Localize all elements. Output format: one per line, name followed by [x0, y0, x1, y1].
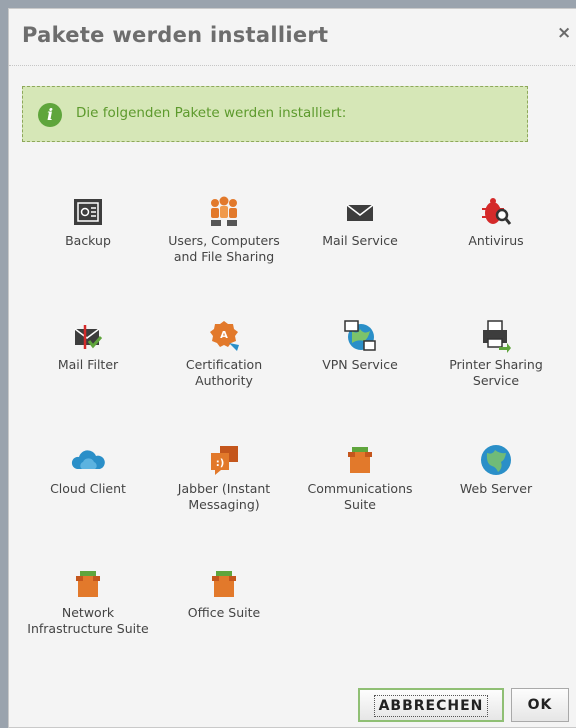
package-communications-suite: Communications Suite: [299, 443, 421, 513]
mail-icon: [346, 204, 374, 221]
package-antivirus: Antivirus: [435, 195, 557, 249]
package-cloud-client: Cloud Client: [27, 443, 149, 497]
package-office-suite: Office Suite: [163, 567, 285, 621]
globe-icon: [481, 445, 511, 475]
info-message-text: Die folgenden Pakete werden installiert:: [76, 105, 347, 121]
chat-icon: :): [211, 446, 238, 475]
backup-icon: [74, 199, 102, 225]
mail-filter-icon: [74, 325, 103, 349]
svg-text::): :): [216, 458, 225, 469]
ok-button[interactable]: OK: [511, 688, 569, 722]
install-dialog: Pakete werden installiert × i Die folgen…: [8, 8, 576, 728]
certificate-icon: A: [210, 321, 239, 351]
close-icon[interactable]: ×: [557, 23, 571, 43]
package-label: Network Infrastructure Suite: [27, 605, 149, 636]
package-web-server: Web Server: [435, 443, 557, 497]
package-label: VPN Service: [322, 357, 398, 372]
package-label: Web Server: [459, 481, 533, 496]
cloud-icon: [71, 450, 105, 469]
package-network-infrastructure-suite: Network Infrastructure Suite: [27, 567, 149, 637]
package-label: Users, Computers and File Sharing: [168, 233, 280, 264]
dialog-titlebar: Pakete werden installiert ×: [9, 9, 576, 66]
vpn-icon: [344, 320, 376, 351]
package-box-icon: [348, 447, 372, 473]
package-label: Communications Suite: [307, 481, 413, 512]
package-label: Mail Filter: [57, 357, 119, 372]
cancel-button[interactable]: ABBRECHEN: [358, 688, 504, 722]
package-label: Backup: [65, 233, 111, 248]
package-certification-authority: A Certification Authority: [163, 319, 285, 389]
users-icon: [211, 196, 237, 226]
package-jabber: :) Jabber (Instant Messaging): [163, 443, 285, 513]
antivirus-icon: [482, 198, 512, 225]
package-printer-sharing: Printer Sharing Service: [435, 319, 557, 389]
package-label: Cloud Client: [50, 481, 126, 496]
svg-text:A: A: [220, 330, 228, 341]
package-label: Jabber (Instant Messaging): [177, 481, 271, 512]
printer-icon: [483, 320, 511, 353]
info-icon: i: [38, 103, 62, 127]
info-message: i Die folgenden Pakete werden installier…: [22, 86, 528, 142]
package-label: Antivirus: [468, 233, 524, 248]
package-mail-filter: Mail Filter: [27, 319, 149, 373]
package-label: Printer Sharing Service: [449, 357, 543, 388]
package-box-icon: [212, 571, 236, 597]
dialog-title: Pakete werden installiert: [22, 23, 329, 47]
package-label: Certification Authority: [185, 357, 263, 388]
cancel-button-label: ABBRECHEN: [373, 695, 489, 717]
package-box-icon: [76, 571, 100, 597]
package-mail: Mail Service: [299, 195, 421, 249]
package-vpn: VPN Service: [299, 319, 421, 373]
package-label: Office Suite: [187, 605, 261, 620]
title-divider: [9, 65, 576, 66]
package-users: Users, Computers and File Sharing: [163, 195, 285, 265]
package-backup: Backup: [27, 195, 149, 249]
package-label: Mail Service: [322, 233, 398, 248]
